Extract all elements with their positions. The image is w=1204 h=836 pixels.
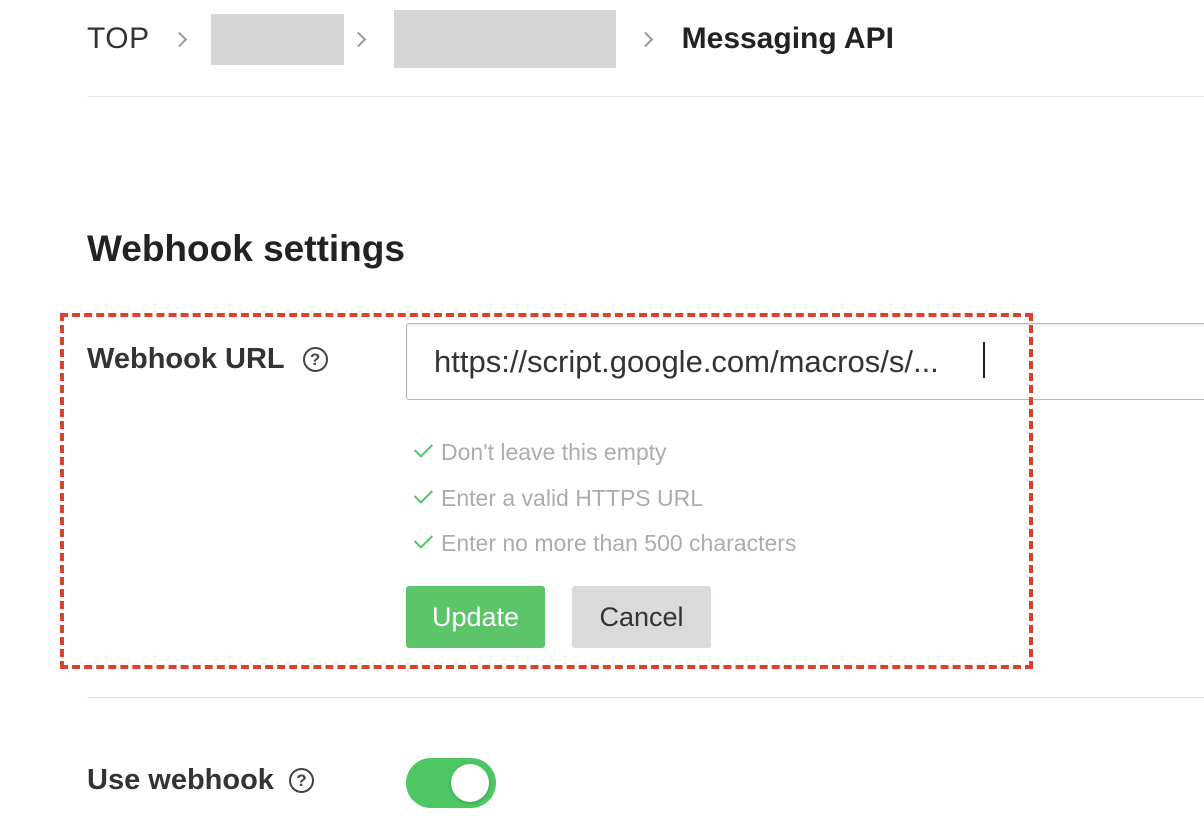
webhook-url-label-text: Webhook URL bbox=[87, 343, 285, 375]
validation-text: Don't leave this empty bbox=[441, 439, 667, 466]
check-icon bbox=[413, 438, 433, 459]
question-circle-icon[interactable]: ? bbox=[288, 768, 314, 793]
page: TOP Messaging API Webhook settings Webho… bbox=[0, 0, 1204, 836]
section-title: Webhook settings bbox=[87, 228, 405, 269]
breadcrumb-current: Messaging API bbox=[681, 22, 894, 55]
text-caret bbox=[983, 342, 985, 378]
question-circle-icon[interactable]: ? bbox=[302, 347, 328, 372]
header-divider bbox=[87, 96, 1204, 97]
validation-list: Don't leave this empty Enter a valid HTT… bbox=[411, 430, 796, 567]
validation-text: Enter a valid HTTPS URL bbox=[441, 484, 704, 511]
cancel-button[interactable]: Cancel bbox=[572, 586, 711, 648]
use-webhook-toggle[interactable] bbox=[406, 758, 496, 808]
validation-item: Enter a valid HTTPS URL bbox=[411, 476, 796, 522]
chevron-right-icon bbox=[350, 31, 366, 47]
breadcrumb-redacted-channel[interactable] bbox=[393, 10, 616, 68]
use-webhook-label-text: Use webhook bbox=[87, 764, 274, 796]
chevron-right-icon bbox=[171, 31, 187, 47]
webhook-url-label: Webhook URL ? bbox=[87, 343, 328, 376]
update-button[interactable]: Update bbox=[406, 586, 545, 648]
webhook-url-input[interactable] bbox=[406, 323, 1204, 400]
toggle-knob bbox=[451, 764, 489, 802]
chevron-right-icon bbox=[637, 31, 653, 47]
validation-item: Don't leave this empty bbox=[411, 430, 796, 476]
breadcrumb-top-link[interactable]: TOP bbox=[87, 22, 150, 56]
check-icon bbox=[413, 484, 433, 504]
check-icon bbox=[413, 529, 433, 550]
use-webhook-label: Use webhook ? bbox=[87, 764, 314, 797]
breadcrumb: TOP Messaging API bbox=[87, 10, 894, 68]
breadcrumb-redacted-provider[interactable] bbox=[210, 13, 344, 65]
validation-item: Enter no more than 500 characters bbox=[411, 521, 796, 567]
section-divider bbox=[87, 697, 1204, 698]
validation-text: Enter no more than 500 characters bbox=[441, 530, 797, 557]
